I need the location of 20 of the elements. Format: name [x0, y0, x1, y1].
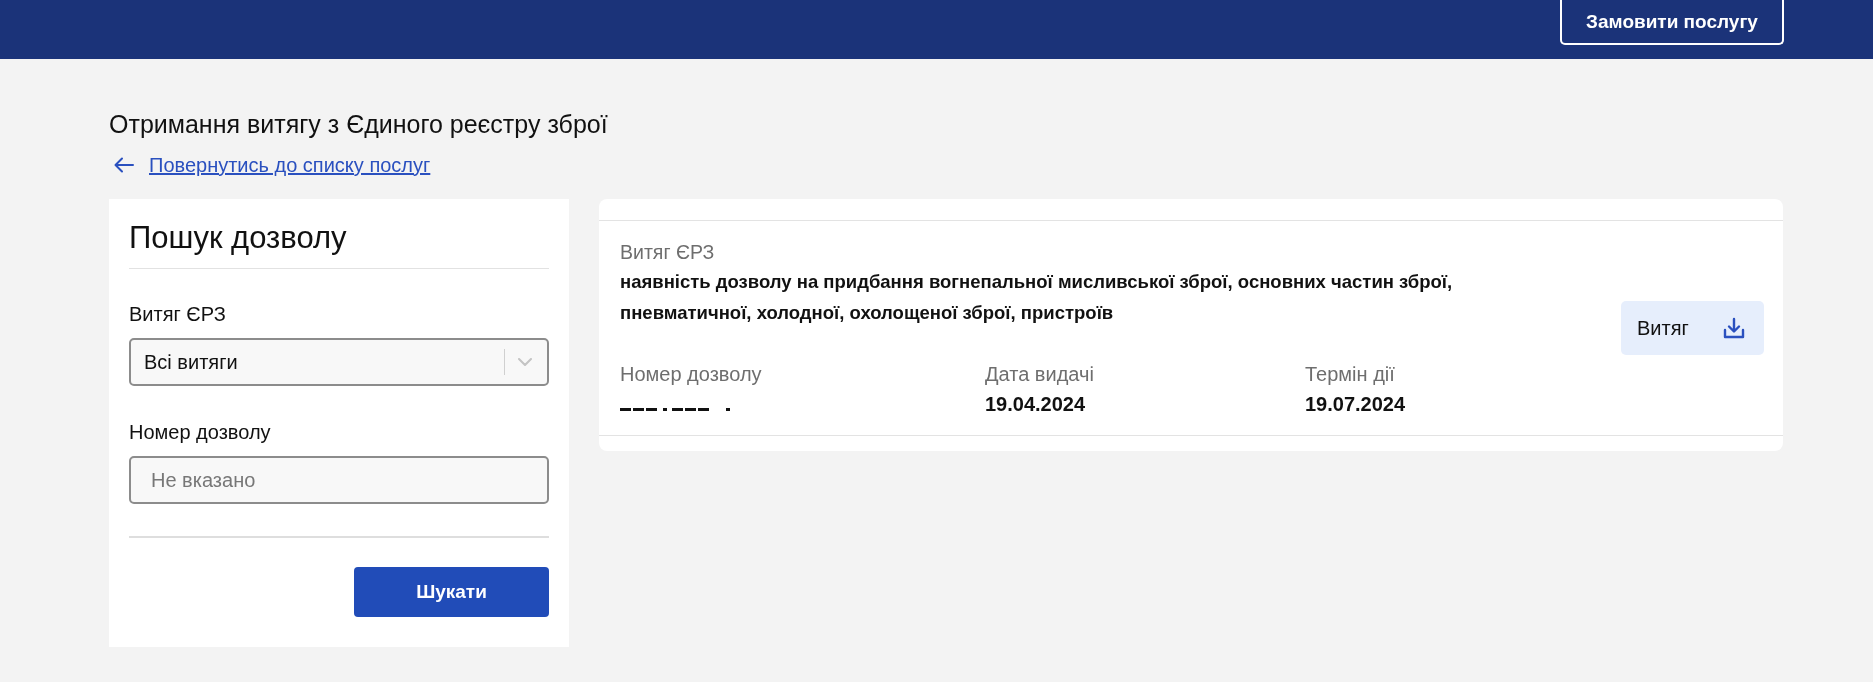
- panel-title: Пошук дозволу: [129, 220, 549, 269]
- result-description: наявність дозволу на придбання вогнепальної мисливської зброї, основних частин зброї, пневматичної, холодної, охолощеної зброї, пристроїв: [620, 270, 1454, 325]
- back-arrow-icon[interactable]: [114, 157, 134, 173]
- extract-type-select[interactable]: Всі витяги: [129, 338, 549, 386]
- field-label: Витяг ЄРЗ: [129, 302, 227, 326]
- back-link[interactable]: Повернутись до списку послуг: [149, 153, 431, 177]
- detail-label: Номер дозволу: [620, 362, 762, 386]
- field-label: Номер дозволу: [129, 420, 272, 444]
- page-title: Отримання витягу з Єдиного реєстру зброї: [109, 109, 609, 139]
- order-service-button[interactable]: Замовити послугу: [1560, 0, 1784, 45]
- download-icon: [1722, 316, 1746, 340]
- detail-value: 19.07.2024: [1305, 392, 1406, 416]
- download-button[interactable]: Витяг: [1621, 301, 1764, 355]
- detail-label: Термін дії: [1305, 362, 1395, 386]
- search-button[interactable]: Шукати: [354, 567, 549, 617]
- chevron-down-icon: [518, 358, 532, 366]
- result-type-label: Витяг ЄРЗ: [620, 240, 716, 264]
- permit-number-field[interactable]: Не вказано: [129, 456, 549, 504]
- detail-label: Дата видачі: [985, 362, 1094, 386]
- detail-value: 19.04.2024: [985, 392, 1086, 416]
